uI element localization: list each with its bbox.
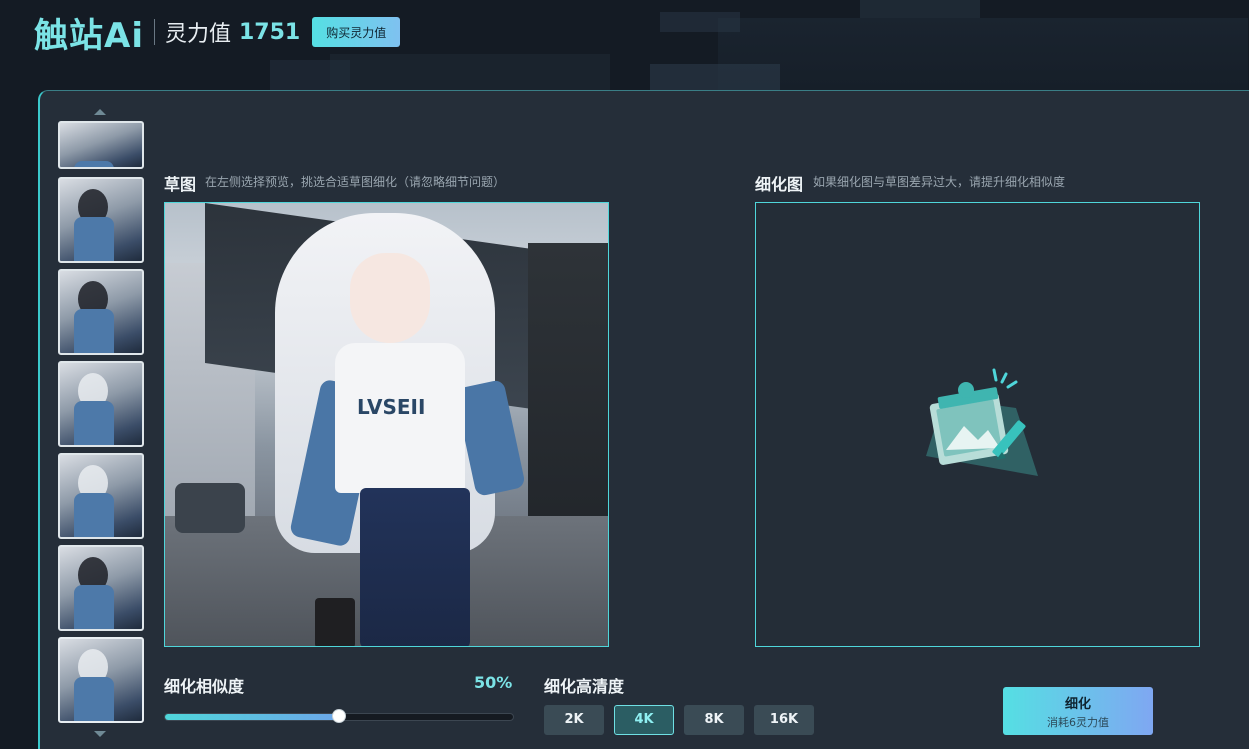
sketch-thumbnail-selected[interactable] (58, 637, 144, 723)
resolution-4k-button[interactable]: 4K (614, 705, 674, 735)
bg-decoration (718, 18, 1248, 90)
power-value: 1751 (238, 19, 301, 45)
sketch-thumbnail[interactable] (58, 361, 144, 447)
thumbnail-strip (58, 109, 144, 737)
refine-button[interactable]: 细化 消耗6灵力值 (1003, 687, 1153, 735)
similarity-slider-handle[interactable] (332, 709, 346, 723)
app-logo: 触站Ai (34, 15, 144, 56)
sketch-thumbnail[interactable] (58, 177, 144, 263)
refine-button-label: 细化 (1064, 696, 1091, 712)
main-panel: 草图 在左侧选择预览，挑选合适草图细化（请忽略细节问题） LVSEII 细化图 … (38, 90, 1249, 749)
image-bag (315, 598, 355, 646)
sketch-thumbnail[interactable] (58, 269, 144, 355)
header-divider (153, 19, 155, 45)
resolution-16k-button[interactable]: 16K (754, 705, 814, 735)
image-shirt-text: LVSEII (357, 395, 426, 419)
similarity-slider-fill (165, 714, 339, 720)
sketch-thumbnail[interactable] (58, 453, 144, 539)
header: 触站Ai 灵力值 1751 购买灵力值 (34, 12, 401, 56)
buy-power-button[interactable]: 购买灵力值 (312, 17, 401, 47)
bg-decoration (860, 0, 980, 18)
image-car (175, 483, 245, 533)
similarity-value: 50% (474, 673, 513, 692)
sketch-thumbnail[interactable] (58, 545, 144, 631)
power-label: 灵力值 (164, 22, 231, 47)
refined-title: 细化图 (755, 175, 804, 194)
sketch-preview-image: LVSEII (164, 202, 609, 647)
similarity-slider[interactable] (164, 709, 514, 723)
refined-preview-placeholder (755, 202, 1200, 647)
image-face (350, 253, 430, 343)
sketch-hint: 在左侧选择预览，挑选合适草图细化（请忽略细节问题） (205, 175, 506, 189)
similarity-label: 细化相似度 (164, 677, 245, 696)
bg-decoration (330, 54, 610, 90)
resolution-label: 细化高清度 (544, 677, 625, 696)
sketch-thumbnail[interactable] (58, 121, 144, 169)
sketch-title: 草图 (164, 175, 197, 194)
bg-decoration (270, 60, 350, 90)
refine-button-cost: 消耗6灵力值 (1047, 715, 1109, 729)
bg-decoration (660, 12, 740, 32)
image-jeans (360, 488, 470, 646)
refined-hint: 如果细化图与草图差异过大，请提升细化相似度 (813, 175, 1066, 189)
image-edit-illustration-icon (926, 368, 1038, 476)
scroll-down-icon[interactable] (94, 731, 106, 737)
resolution-8k-button[interactable]: 8K (684, 705, 744, 735)
scroll-up-icon[interactable] (94, 109, 106, 115)
bg-decoration (650, 64, 780, 90)
resolution-2k-button[interactable]: 2K (544, 705, 604, 735)
